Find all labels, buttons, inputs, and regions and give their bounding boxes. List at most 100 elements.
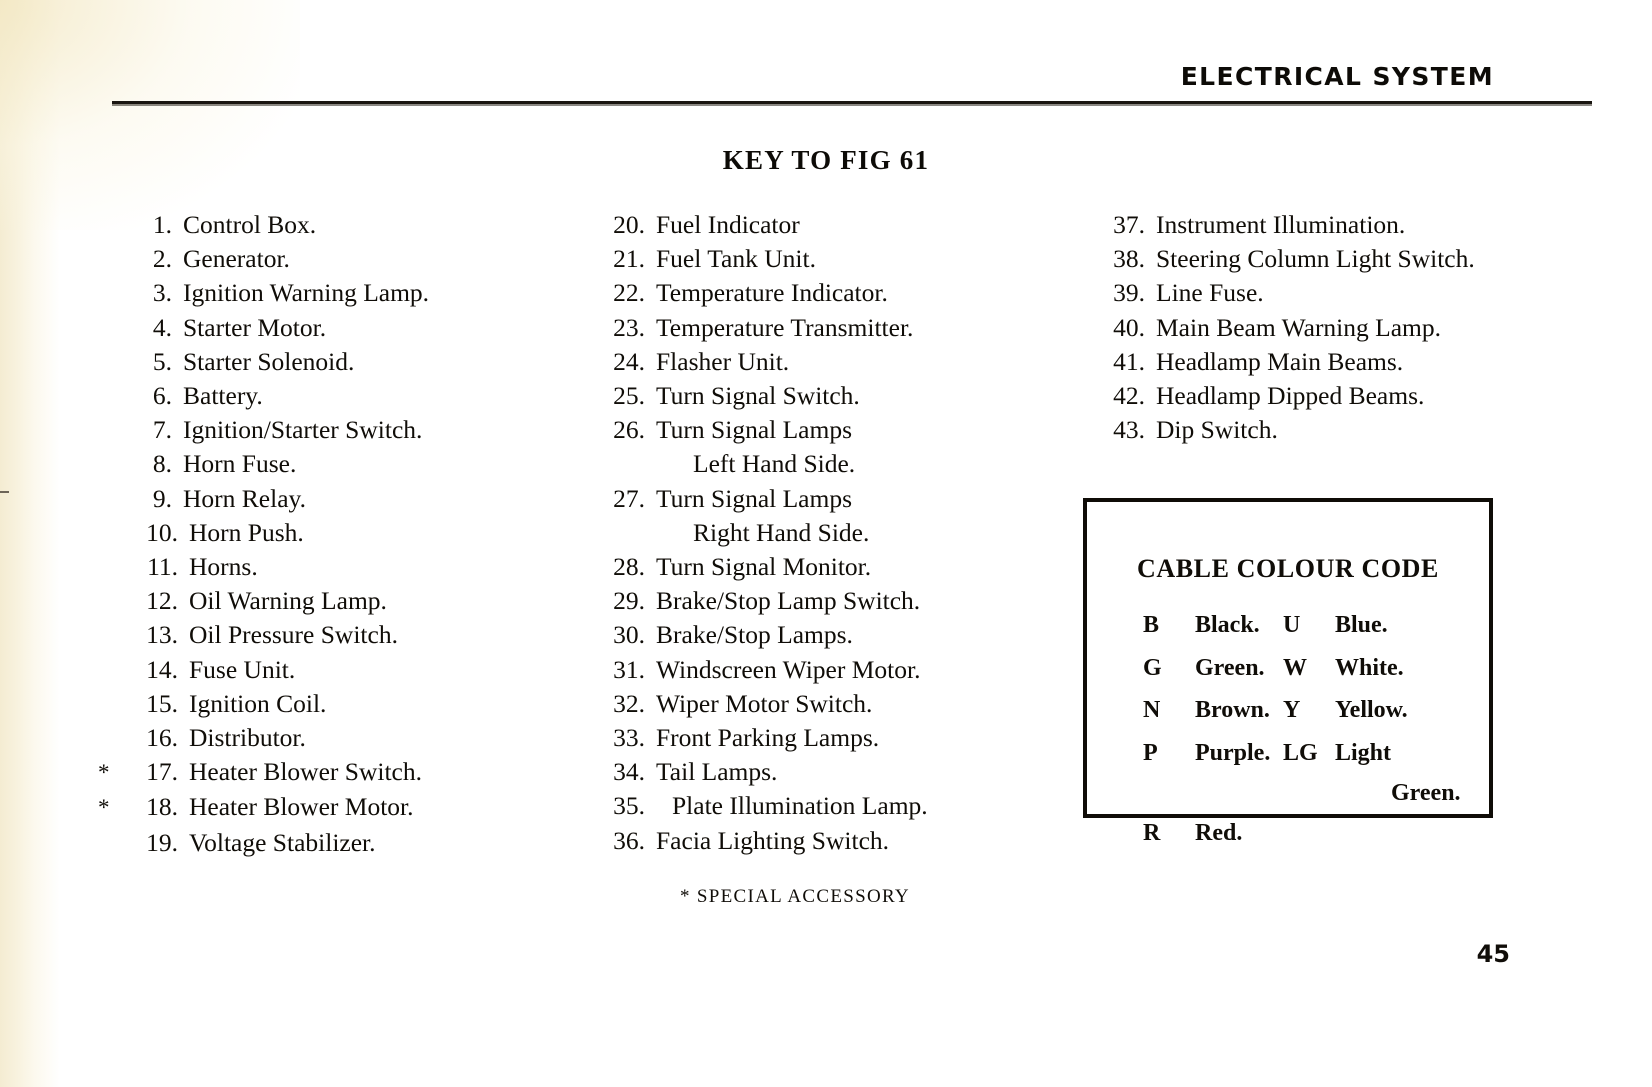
key-column-3: 37. Instrument Illumination. 38. Steering C… [1065, 208, 1535, 447]
key-item-number: 23. [613, 312, 645, 342]
colour-code-entry: G Green. [1087, 647, 1283, 690]
key-item-label: Horns. [189, 552, 258, 582]
key-item-label: Temperature Transmitter. [656, 312, 914, 342]
colour-code-row: B Black. U Blue. [1087, 604, 1489, 647]
key-item: 27. Turn Signal Lamps [565, 482, 1025, 516]
key-item: 21. Fuel Tank Unit. [565, 242, 1025, 276]
key-item-number: 32. [613, 688, 645, 718]
key-item: 35. Plate Illumination Lamp. [565, 789, 1025, 823]
key-item: 29. Brake/Stop Lamp Switch. [565, 584, 1025, 618]
key-item-label: Brake/Stop Lamps. [656, 620, 853, 650]
key-item: 25. Turn Signal Switch. [565, 379, 1025, 413]
key-column-2: 20. Fuel Indicator 21. Fuel Tank Unit. 22. Te… [565, 208, 1025, 858]
key-item: 11. Horns. [98, 550, 528, 584]
key-item-label: Windscreen Wiper Motor. [656, 654, 921, 684]
key-item-label: Heater Blower Motor. [189, 792, 414, 822]
colour-code-name: Red. [1195, 820, 1243, 846]
key-item-number: 31. [613, 654, 645, 684]
key-item-label: Ignition Coil. [189, 688, 327, 718]
key-item-number: 11. [147, 552, 178, 582]
colour-code-entry: N Brown. [1087, 689, 1283, 732]
cable-colour-code-title-text: CABLE COLOUR CODE [1136, 554, 1439, 583]
key-item-label: Fuel Tank Unit. [656, 244, 816, 274]
key-item: 26. Turn Signal Lamps [565, 413, 1025, 447]
key-item-number: 2. [152, 244, 172, 274]
key-item: 16. Distributor. [98, 721, 528, 755]
colour-code-letter: N [1143, 697, 1161, 723]
key-item: 12. Oil Warning Lamp. [98, 584, 528, 618]
key-item-label: Voltage Stabilizer. [189, 827, 376, 857]
key-item-label: Turn Signal Lamps [656, 415, 852, 445]
cable-colour-code-box: CABLE COLOUR CODE B Black. U Blue. G Green. W W… [1083, 498, 1493, 846]
key-item-label: Turn Signal Monitor. [656, 552, 872, 582]
key-item-number: 19. [146, 827, 178, 857]
colour-code-letter: Y [1283, 697, 1301, 723]
colour-code-letter: G [1143, 654, 1162, 681]
key-item-number: 3. [152, 278, 172, 308]
key-item-label: Battery. [183, 381, 263, 411]
key-item-number: 39. [1113, 278, 1145, 308]
key-item: 31. Windscreen Wiper Motor. [565, 653, 1025, 687]
key-item-label: Distributor. [189, 723, 306, 753]
key-item-number: 24. [613, 346, 645, 376]
key-item: 28. Turn Signal Monitor. [565, 550, 1025, 584]
key-item: 6. Battery. [98, 379, 528, 413]
colour-code-entry: R Red. [1087, 812, 1283, 855]
key-item-number: 5. [152, 346, 172, 376]
key-item-number: 25. [613, 381, 645, 411]
key-item: 42. Headlamp Dipped Beams. [1065, 379, 1535, 413]
key-item-label: Line Fuse. [1156, 278, 1264, 308]
colour-code-letter: LG [1283, 739, 1318, 766]
key-item-label: Turn Signal Switch. [656, 381, 860, 411]
key-item: 38. Steering Column Light Switch. [1065, 242, 1535, 276]
key-item-number: 16. [146, 723, 178, 753]
key-item-label: Plate Illumination Lamp. [672, 791, 928, 821]
colour-code-name-continuation: Green. [1391, 780, 1461, 806]
key-item: 34. Tail Lamps. [565, 755, 1025, 789]
key-item-label: Ignition Warning Lamp. [183, 278, 430, 308]
key-item-label: Oil Warning Lamp. [189, 586, 387, 616]
key-item-label: Horn Fuse. [183, 449, 297, 479]
key-column-1: 1. Control Box. 2. Generator. 3. Ignition War… [98, 208, 528, 860]
key-item: 32. Wiper Motor Switch. [565, 687, 1025, 721]
key-item-label: Horn Push. [189, 517, 304, 547]
header-rule-shadow [112, 104, 1592, 106]
key-item: 41. Headlamp Main Beams. [1065, 345, 1535, 379]
page-number: 45 [1476, 940, 1510, 968]
key-item-number: 30. [613, 620, 645, 650]
key-item: 39. Line Fuse. [1065, 276, 1535, 310]
key-item-number: 38. [1113, 244, 1145, 274]
key-item-label: Tail Lamps. [656, 757, 778, 787]
colour-code-entry: B Black. [1087, 604, 1283, 647]
key-item: 22. Temperature Indicator. [565, 276, 1025, 310]
colour-code-letter [1283, 812, 1335, 855]
colour-code-name [1335, 812, 1489, 855]
key-item-label: Horn Relay. [183, 483, 306, 513]
key-item-number: 1. [152, 210, 172, 239]
colour-code-letter: P [1143, 739, 1158, 766]
key-item-number: 18. [146, 792, 178, 822]
colour-code-row: G Green. W White. [1087, 647, 1489, 690]
document-page: ELECTRICAL SYSTEM KEY TO FIG 61 1. Contro… [0, 0, 1652, 1087]
key-item-number: 4. [152, 312, 172, 342]
key-item-number: 15. [146, 688, 178, 718]
key-item-number: 43. [1113, 415, 1145, 445]
colour-code-name: Blue. [1335, 612, 1388, 638]
key-item-number: 34. [613, 757, 645, 787]
key-item-label: Steering Column Light Switch. [1156, 244, 1475, 274]
key-item: 20. Fuel Indicator [565, 208, 1025, 242]
key-item-number: 21. [613, 244, 645, 274]
key-item-label: Facia Lighting Switch. [656, 825, 890, 855]
key-item-number: 22. [613, 278, 645, 308]
colour-code-entry: LG Light [1283, 732, 1489, 775]
key-item-number: 12. [146, 586, 178, 616]
key-item-label: Temperature Indicator. [656, 278, 888, 308]
key-item-number: 37. [1113, 210, 1145, 239]
key-item-number: 8. [152, 449, 172, 479]
colour-code-name: Black. [1195, 612, 1260, 638]
key-item-number: 7. [152, 415, 172, 445]
key-item-number: 41. [1113, 346, 1145, 376]
key-item-number: 35. [613, 791, 645, 821]
key-item: 33. Front Parking Lamps. [565, 721, 1025, 755]
running-head-title: ELECTRICAL SYSTEM [1180, 62, 1494, 91]
